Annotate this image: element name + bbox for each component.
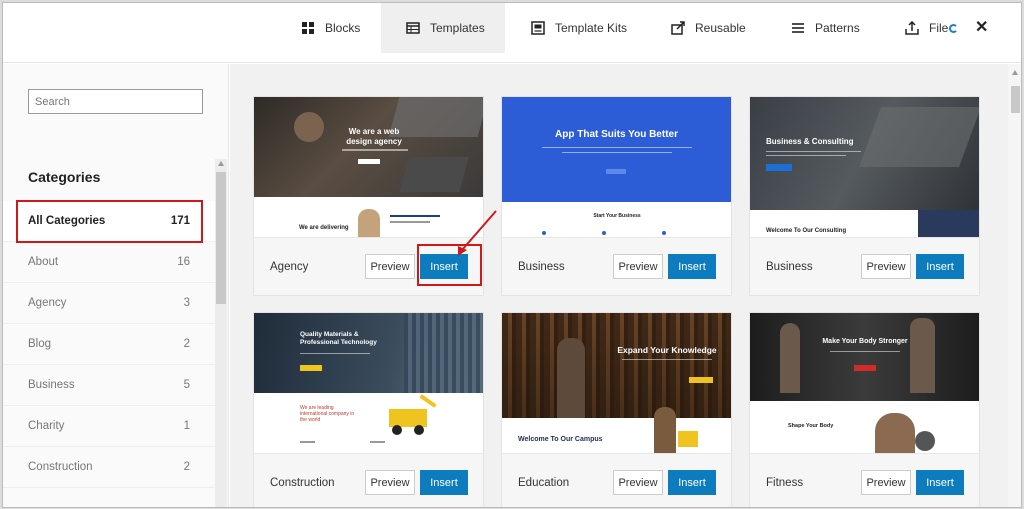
tab-templates[interactable]: Templates [381, 3, 505, 53]
template-thumbnail[interactable]: Make Your Body Stronger Shape Your Body [750, 313, 979, 453]
category-label: Business [28, 379, 75, 391]
reusable-export-icon [671, 21, 685, 35]
category-charity[interactable]: Charity 1 [3, 406, 215, 447]
scrollbar-thumb[interactable] [216, 172, 226, 304]
preview-button[interactable]: Preview [613, 470, 663, 495]
template-sub-text: Welcome To Our Consulting [766, 228, 847, 234]
category-count: 3 [183, 297, 190, 309]
category-label: About [28, 256, 59, 268]
tab-blocks[interactable]: Blocks [301, 3, 360, 53]
templates-icon [406, 21, 420, 35]
template-name: Business [518, 261, 565, 273]
template-thumbnail[interactable]: We are a web design agency We are delive… [254, 97, 483, 237]
patterns-menu-icon [791, 21, 805, 35]
template-hero-text: Quality Materials & Professional Technol… [300, 331, 377, 346]
template-card-footer: Business Preview Insert [502, 237, 731, 295]
template-thumbnail[interactable]: Business & Consulting Welcome To Our Con… [750, 97, 979, 237]
categories-heading: Categories [28, 169, 101, 185]
template-name: Fitness [766, 477, 804, 489]
preview-button[interactable]: Preview [613, 254, 663, 279]
template-name: Construction [270, 477, 335, 489]
template-kits-icon [531, 21, 545, 35]
scroll-up-arrow-icon[interactable] [218, 161, 224, 166]
library-tabs: Blocks Templates Template Kits Reusable … [3, 3, 1021, 63]
category-count: 2 [183, 338, 190, 350]
blocks-grid-icon [301, 21, 315, 35]
tab-label: Templates [430, 21, 485, 35]
tab-file[interactable]: File [905, 3, 959, 53]
categories-sidebar: Categories All Categories 171 About 16 A… [3, 64, 229, 507]
category-business[interactable]: Business 5 [3, 365, 215, 406]
category-label: Blog [28, 338, 52, 350]
template-name: Business [766, 261, 813, 273]
tab-reusable[interactable]: Reusable [671, 3, 746, 53]
category-agency[interactable]: Agency 3 [3, 283, 215, 324]
preview-button[interactable]: Preview [861, 470, 911, 495]
tab-template-kits[interactable]: Template Kits [531, 3, 627, 53]
sidebar-scrollbar[interactable] [215, 159, 227, 507]
category-count: 2 [183, 461, 190, 473]
template-card-footer: Construction Preview Insert [254, 453, 483, 507]
tab-label: Patterns [815, 21, 860, 35]
preview-button[interactable]: Preview [365, 254, 415, 279]
category-construction[interactable]: Construction 2 [3, 447, 215, 488]
template-card: Make Your Body Stronger Shape Your Body … [749, 312, 980, 507]
category-list: All Categories 171 About 16 Agency 3 Blo… [3, 201, 215, 488]
tab-label: Blocks [325, 21, 361, 35]
template-hero-text: Business & Consulting [766, 137, 854, 146]
highlight-annotation-box [16, 200, 203, 243]
template-thumbnail[interactable]: Expand Your Knowledge Welcome To Our Cam… [502, 313, 731, 453]
insert-button[interactable]: Insert [916, 254, 964, 279]
insert-button[interactable]: Insert [420, 470, 468, 495]
tab-label: Reusable [695, 21, 746, 35]
preview-button[interactable]: Preview [861, 254, 911, 279]
template-sub-text: Welcome To Our Campus [518, 436, 603, 443]
template-name: Education [518, 477, 570, 489]
insert-button[interactable]: Insert [668, 470, 716, 495]
template-hero-text: Make Your Body Stronger [822, 338, 908, 345]
template-card-footer: Fitness Preview Insert [750, 453, 979, 507]
template-hero-text: Expand Your Knowledge [617, 345, 717, 355]
loading-spinner-icon [949, 24, 959, 33]
highlight-annotation-box [417, 244, 482, 286]
template-card: Quality Materials & Professional Technol… [253, 312, 484, 507]
file-upload-icon [905, 21, 919, 35]
insert-button[interactable]: Insert [668, 254, 716, 279]
template-sub-text: Shape Your Body [788, 423, 834, 429]
tab-label: Template Kits [555, 21, 628, 35]
template-thumbnail[interactable]: Quality Materials & Professional Technol… [254, 313, 483, 453]
scroll-up-arrow-icon[interactable] [1012, 70, 1018, 75]
template-hero-text: App That Suits You Better [555, 129, 678, 140]
scrollbar-thumb[interactable] [1011, 86, 1020, 113]
category-label: Agency [28, 297, 67, 309]
close-icon[interactable]: ✕ [975, 17, 988, 37]
category-count: 5 [183, 379, 190, 391]
template-sub-text: We are leading international company in … [300, 405, 355, 423]
template-sub-text: Start Your Business [593, 213, 641, 219]
preview-button[interactable]: Preview [365, 470, 415, 495]
template-card: Business & Consulting Welcome To Our Con… [749, 96, 980, 296]
template-sub-text: We are delivering [299, 225, 349, 231]
template-card: Expand Your Knowledge Welcome To Our Cam… [501, 312, 732, 507]
grid-scrollbar[interactable] [1008, 64, 1021, 507]
search-input[interactable] [28, 89, 203, 114]
template-name: Agency [270, 261, 309, 273]
insert-button[interactable]: Insert [916, 470, 964, 495]
tab-label: File [929, 21, 949, 35]
category-count: 1 [183, 420, 190, 432]
tab-patterns[interactable]: Patterns [791, 3, 860, 53]
category-label: Construction [28, 461, 93, 473]
template-card-footer: Business Preview Insert [750, 237, 979, 295]
template-card: App That Suits You Better Start Your Bus… [501, 96, 732, 296]
category-label: Charity [28, 420, 65, 432]
category-blog[interactable]: Blog 2 [3, 324, 215, 365]
template-thumbnail[interactable]: App That Suits You Better Start Your Bus… [502, 97, 731, 237]
template-library-modal: Blocks Templates Template Kits Reusable … [2, 2, 1022, 508]
category-count: 16 [177, 256, 190, 268]
template-card-footer: Education Preview Insert [502, 453, 731, 507]
templates-grid: We are a web design agency We are delive… [230, 64, 1010, 507]
template-hero-text: We are a web design agency [346, 127, 402, 146]
category-about[interactable]: About 16 [3, 242, 215, 283]
